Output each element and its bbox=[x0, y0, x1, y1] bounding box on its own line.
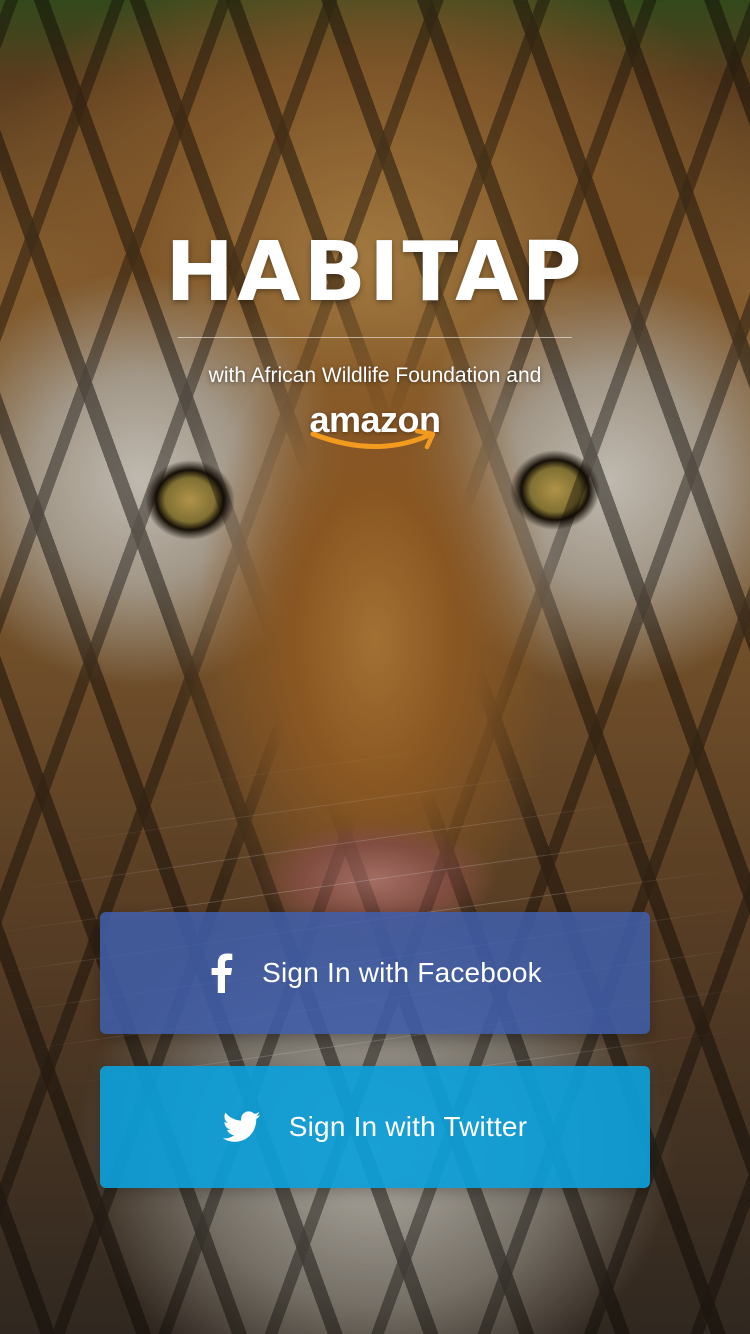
amazon-smile-icon bbox=[310, 428, 436, 450]
partner-text: with African Wildlife Foundation and bbox=[208, 364, 542, 387]
twitter-bird-icon bbox=[222, 1111, 261, 1143]
facebook-button-label: Sign In with Facebook bbox=[262, 957, 542, 988]
facebook-icon bbox=[208, 953, 234, 993]
app-logo-title: HABITAP bbox=[165, 225, 585, 320]
twitter-button-label: Sign In with Twitter bbox=[288, 1111, 528, 1142]
header-divider bbox=[178, 337, 572, 338]
sign-in-facebook-button[interactable]: Sign In with Facebook bbox=[100, 912, 650, 1034]
amazon-logo: amazon bbox=[275, 398, 475, 460]
sign-in-twitter-button[interactable]: Sign In with Twitter bbox=[100, 1066, 650, 1188]
